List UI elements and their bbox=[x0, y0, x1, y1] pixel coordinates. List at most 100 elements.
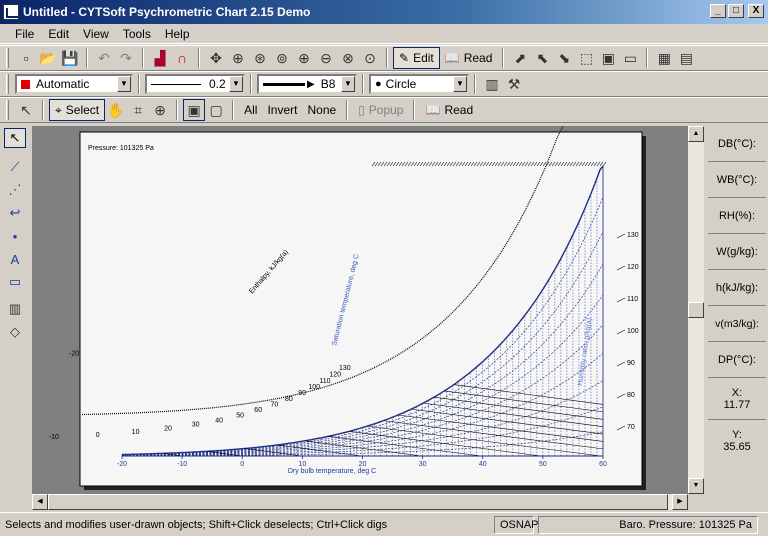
dp-readout: DP(°C): bbox=[708, 342, 766, 378]
zoom-window-icon[interactable]: ⊕ bbox=[227, 47, 249, 69]
popup-label: Popup bbox=[368, 103, 404, 117]
menu-help[interactable]: Help bbox=[158, 27, 197, 41]
eraser-icon[interactable]: ◇ bbox=[4, 322, 26, 342]
humidity-tick-label: 120 bbox=[627, 264, 639, 271]
menu-tools[interactable]: Tools bbox=[116, 27, 158, 41]
y-readout: Y: 35.65 bbox=[708, 420, 766, 462]
y-value: 35.65 bbox=[723, 441, 751, 453]
zoom-out-icon[interactable]: ⊖ bbox=[315, 47, 337, 69]
x-axis-title: Dry bulb temperature, deg C bbox=[288, 468, 376, 475]
menu-bar: File Edit View Tools Help bbox=[0, 24, 768, 44]
maximize-button[interactable]: □ bbox=[728, 4, 744, 18]
drawing-toolbar: ↖ ⟋ ⋰ ↩ • A ▭ ▥ ◇ bbox=[4, 128, 30, 510]
curve-tool-icon[interactable]: ↩ bbox=[4, 203, 26, 223]
zoom-previous-icon[interactable]: ⊗ bbox=[337, 47, 359, 69]
table-icon[interactable]: ▤ bbox=[675, 47, 697, 69]
status-message: Selects and modifies user-drawn objects;… bbox=[5, 518, 388, 531]
zoom-in-icon[interactable]: ⊕ bbox=[293, 47, 315, 69]
minimize-button[interactable]: _ bbox=[710, 4, 726, 18]
draw-line-icon[interactable]: ⬈ bbox=[509, 47, 531, 69]
circle-icon: ● bbox=[375, 78, 382, 90]
close-button[interactable]: X bbox=[748, 4, 764, 18]
format-tool-icon[interactable]: ▥ bbox=[4, 299, 26, 319]
chevron-down-icon: ▼ bbox=[453, 76, 467, 92]
draw-mix-icon[interactable]: ⬊ bbox=[553, 47, 575, 69]
zoom-tool-icon[interactable]: ⊕ bbox=[149, 99, 171, 121]
select-button[interactable]: ⌖ Select bbox=[49, 99, 106, 121]
menu-edit[interactable]: Edit bbox=[41, 27, 76, 41]
save-icon[interactable]: 💾 bbox=[59, 47, 81, 69]
read-label: Read bbox=[463, 51, 493, 65]
title-bar: Untitled - CYTSoft Psychrometric Chart 2… bbox=[0, 0, 768, 24]
select-all-button[interactable]: All bbox=[239, 99, 262, 121]
h-readout: h(kJ/kg): bbox=[708, 270, 766, 306]
ungroup-icon[interactable]: ▢ bbox=[205, 99, 227, 121]
open-icon[interactable]: 📂 bbox=[37, 47, 59, 69]
enthalpy-tick-label: 100 bbox=[308, 384, 320, 391]
marker-value: Circle bbox=[385, 77, 417, 91]
pointer-tool-icon[interactable]: ↖ bbox=[4, 128, 26, 148]
calculator-icon[interactable]: ▦ bbox=[653, 47, 675, 69]
main-toolbar: ▫ 📂 💾 ↶ ↷ ▟ ∩ ✥ ⊕ ⊛ ⊚ ⊕ ⊖ ⊗ ⊙ ✎ Edit 📖 Rea… bbox=[0, 45, 768, 71]
draw-label-icon[interactable]: ▣ bbox=[597, 47, 619, 69]
edit-label: Edit bbox=[413, 51, 434, 65]
draw-point-icon[interactable]: ⬚ bbox=[575, 47, 597, 69]
properties-icon[interactable]: ▥ bbox=[481, 73, 503, 95]
horizontal-scroll-thumb[interactable] bbox=[48, 494, 668, 510]
read-mode-button[interactable]: 📖 Read bbox=[420, 99, 478, 121]
zoom-rect-icon[interactable]: ⌗ bbox=[127, 99, 149, 121]
osnap-indicator[interactable]: OSNAP bbox=[494, 515, 539, 534]
enthalpy-tick-label: 60 bbox=[254, 407, 262, 414]
text-tool-icon[interactable]: A bbox=[4, 249, 26, 269]
popup-button[interactable]: ▯ Popup bbox=[353, 99, 408, 121]
menu-file[interactable]: File bbox=[8, 27, 41, 41]
tools-icon[interactable]: ⚒ bbox=[503, 73, 525, 95]
zoom-realtime-icon[interactable]: ⊙ bbox=[359, 47, 381, 69]
x-tick-label: 50 bbox=[539, 461, 547, 468]
vertical-scrollbar[interactable]: ▲ ▼ bbox=[688, 126, 704, 494]
undo-icon[interactable]: ↶ bbox=[93, 47, 115, 69]
chart-icon[interactable]: ▟ bbox=[149, 47, 171, 69]
psychrometric-chart[interactable]: Pressure: 101325 Pa -20 -10 0 10 20 30 40 50 60 7… bbox=[32, 126, 688, 494]
enthalpy-tick-label: 10 bbox=[132, 429, 140, 436]
edit-button[interactable]: ✎ Edit bbox=[393, 47, 440, 69]
pan-icon[interactable]: ✥ bbox=[205, 47, 227, 69]
chevron-down-icon: ▼ bbox=[117, 76, 131, 92]
horizontal-scrollbar[interactable]: ◀ ▶ bbox=[32, 494, 688, 510]
line-tool-icon[interactable]: ⟋ bbox=[4, 157, 26, 177]
y-label: Y: bbox=[732, 429, 742, 441]
read-button[interactable]: 📖 Read bbox=[440, 47, 498, 69]
multi-line-tool-icon[interactable]: ⋰ bbox=[4, 180, 26, 200]
scroll-down-icon[interactable]: ▼ bbox=[688, 478, 704, 494]
draw-process-icon[interactable]: ⬉ bbox=[531, 47, 553, 69]
menu-view[interactable]: View bbox=[76, 27, 116, 41]
scroll-right-icon[interactable]: ▶ bbox=[672, 494, 688, 510]
redo-icon[interactable]: ↷ bbox=[115, 47, 137, 69]
v-readout: v(m3/kg): bbox=[708, 306, 766, 342]
humidity-tick-label: 90 bbox=[627, 360, 635, 367]
point-tool-icon[interactable]: • bbox=[4, 226, 26, 246]
hand-icon[interactable]: ✋ bbox=[105, 99, 127, 121]
line-sample bbox=[151, 83, 201, 85]
scroll-up-icon[interactable]: ▲ bbox=[688, 126, 704, 142]
zoom-fit-icon[interactable]: ⊚ bbox=[271, 47, 293, 69]
callout-tool-icon[interactable]: ▭ bbox=[4, 272, 26, 292]
magnet-icon[interactable]: ∩ bbox=[171, 47, 193, 69]
group-icon[interactable]: ▣ bbox=[183, 99, 206, 121]
line-width-combo[interactable]: 0.2 ▼ bbox=[145, 74, 245, 94]
color-combo[interactable]: Automatic ▼ bbox=[15, 74, 133, 94]
arrow-style-value: B8 bbox=[320, 77, 336, 91]
select-none-button[interactable]: None bbox=[302, 99, 341, 121]
new-icon[interactable]: ▫ bbox=[15, 47, 37, 69]
zoom-extents-icon[interactable]: ⊛ bbox=[249, 47, 271, 69]
pointer-icon[interactable]: ↖ bbox=[15, 99, 37, 121]
enthalpy-tick-label: 80 bbox=[285, 396, 293, 403]
vertical-scroll-thumb[interactable] bbox=[688, 302, 704, 318]
arrow-style-combo[interactable]: ▶ B8 ▼ bbox=[257, 74, 357, 94]
chart-canvas[interactable]: Pressure: 101325 Pa -20 -10 0 10 20 30 40 50 60 7… bbox=[32, 126, 688, 494]
marker-combo[interactable]: ● Circle ▼ bbox=[369, 74, 469, 94]
scroll-left-icon[interactable]: ◀ bbox=[32, 494, 48, 510]
enthalpy-tick-label: 40 bbox=[215, 417, 223, 424]
comment-icon[interactable]: ▭ bbox=[619, 47, 641, 69]
invert-button[interactable]: Invert bbox=[262, 99, 302, 121]
